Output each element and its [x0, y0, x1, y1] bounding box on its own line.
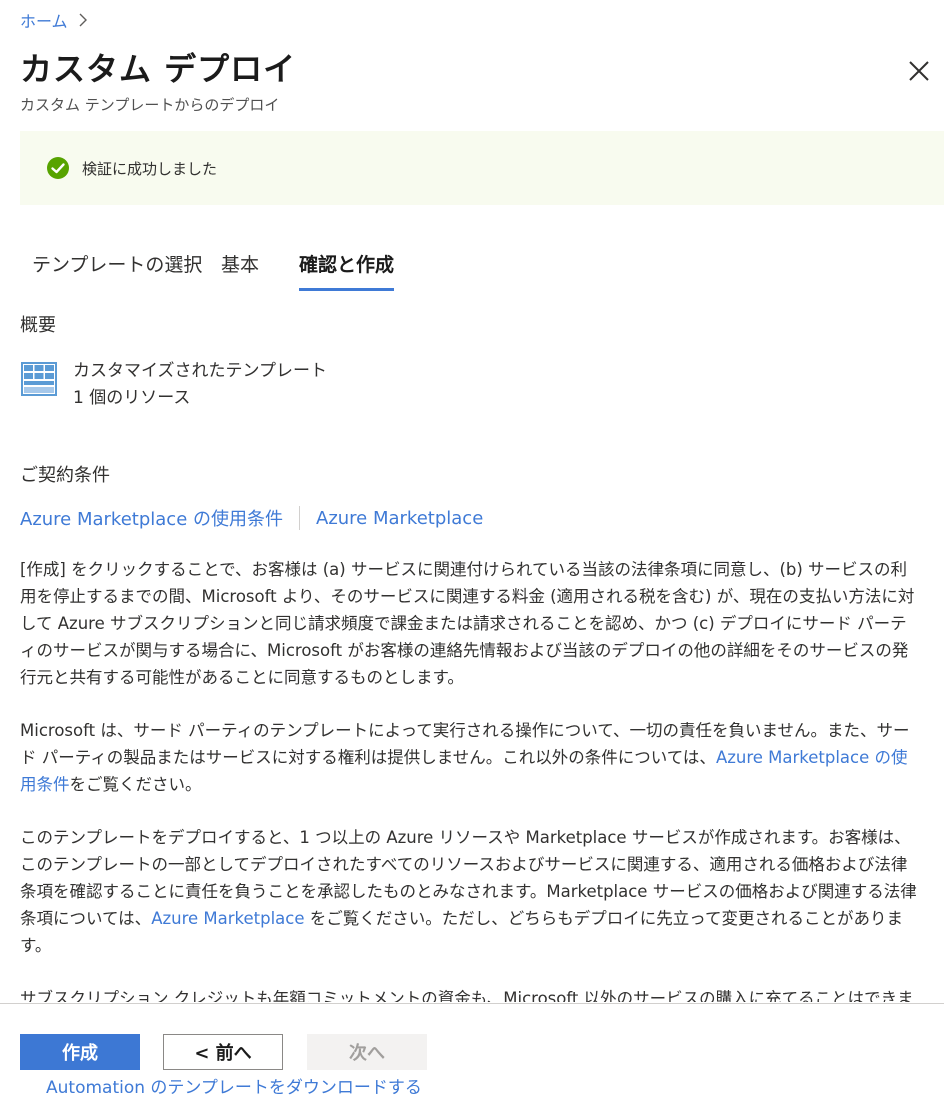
terms-paragraph-1: [作成] をクリックすることで、お客様は (a) サービスに関連付けられている当… [20, 560, 915, 687]
check-circle-icon [47, 157, 69, 179]
marketplace-terms-link[interactable]: Azure Marketplace の使用条件 [20, 505, 283, 531]
template-icon [21, 362, 57, 396]
close-icon[interactable] [906, 58, 932, 84]
tab-select-template[interactable]: テンプレートの選択 [32, 250, 202, 288]
terms-paragraph-3: このテンプレートをデプロイすると、1 つ以上の Azure リソースや Mark… [20, 824, 920, 959]
marketplace-link[interactable]: Azure Marketplace [316, 508, 483, 529]
chevron-right-icon [79, 13, 87, 27]
terms-body: [作成] をクリックすることで、お客様は (a) サービスに関連付けられている当… [20, 556, 920, 1002]
validation-banner: 検証に成功しました [20, 131, 944, 205]
create-button[interactable]: 作成 [20, 1034, 140, 1070]
page-title: カスタム デプロイ [20, 50, 297, 88]
breadcrumb-home-link[interactable]: ホーム [20, 8, 68, 32]
terms-heading: ご契約条件 [20, 465, 110, 486]
inline-marketplace-link[interactable]: Azure Marketplace [151, 909, 304, 928]
next-button[interactable]: 次へ [307, 1034, 427, 1070]
breadcrumb: ホーム [20, 8, 88, 32]
summary-heading: 概要 [20, 315, 56, 336]
terms-links: Azure Marketplace の使用条件 Azure Marketplac… [20, 505, 483, 531]
terms-paragraph-2: Microsoft は、サード パーティのテンプレートによって実行される操作につ… [20, 717, 920, 798]
previous-button[interactable]: < 前へ [163, 1034, 283, 1070]
resource-count: 1 個のリソース [73, 388, 191, 408]
terms-paragraph-2-tail: をご覧ください。 [69, 775, 202, 794]
footer-divider [0, 1003, 944, 1004]
tab-review-create[interactable]: 確認と作成 [299, 250, 395, 291]
terms-paragraph-4: サブスクリプション クレジットも年額コミットメントの資金も、Microsoft … [20, 989, 914, 1002]
template-name: カスタマイズされたテンプレート [73, 361, 327, 381]
tab-basics[interactable]: 基本 [221, 250, 259, 288]
link-divider [299, 506, 300, 530]
page-subtitle: カスタム テンプレートからのデプロイ [20, 96, 280, 114]
validation-message: 検証に成功しました [82, 159, 218, 178]
download-template-link[interactable]: Automation のテンプレートをダウンロードする [46, 1073, 422, 1098]
